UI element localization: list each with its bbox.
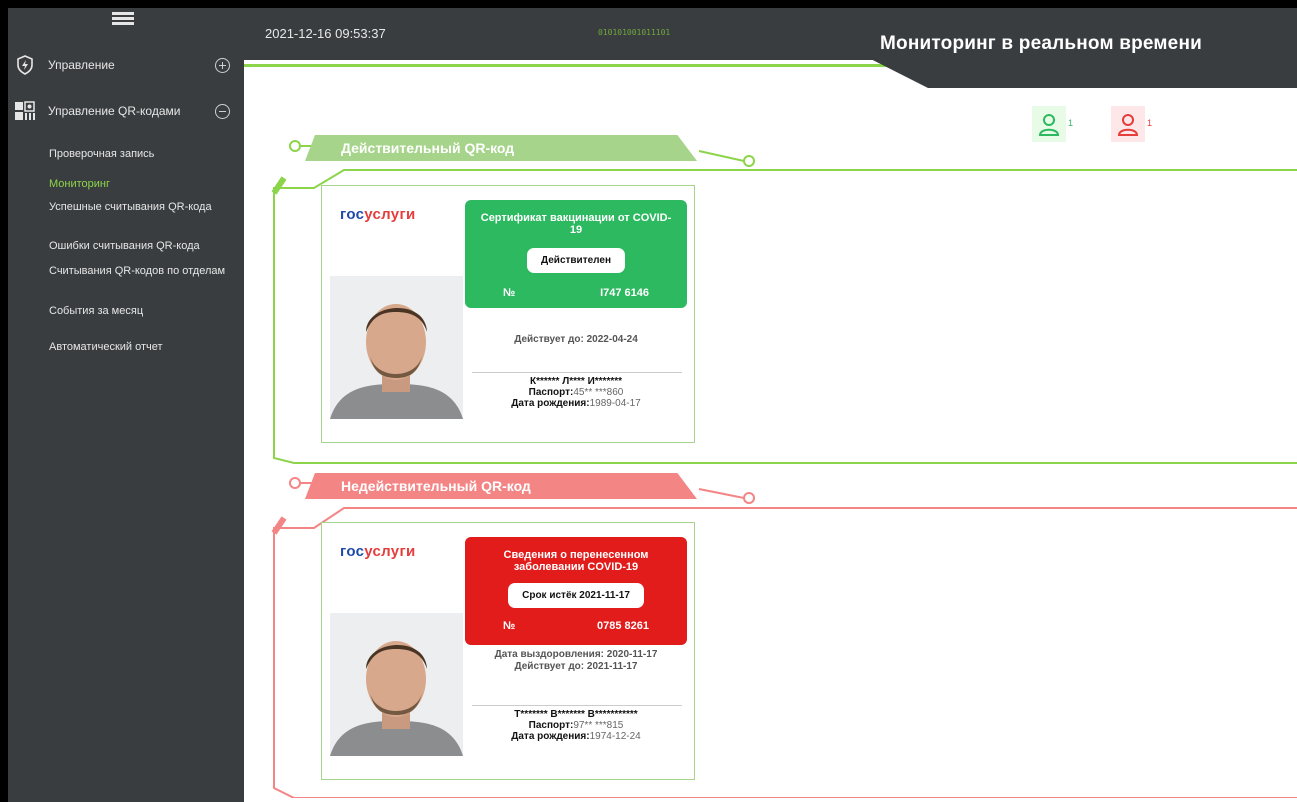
certificate-card-invalid[interactable]: госуслуги Сведения о перенесенном заболе… <box>321 522 695 780</box>
invalid-section-label: Недействительный QR-код <box>305 473 697 499</box>
recovery-date: Дата выздоровления: 2020-11-17 <box>494 649 658 660</box>
shield-bolt-icon <box>14 54 36 76</box>
sidebar-item-successful-reads[interactable]: Успешные считывания QR-кода <box>49 201 239 214</box>
certificate-card-valid[interactable]: госуслуги Сертификат вакцинации от COVID… <box>321 185 695 443</box>
status-badge: Срок истёк 2021-11-17 <box>508 583 644 608</box>
status-badge: Действителен <box>527 248 625 273</box>
sidebar: Управление Управление QR-кодами Провероч… <box>8 8 244 802</box>
menu-group-label: Управление QR-кодами <box>48 104 181 118</box>
person-photo <box>330 613 463 756</box>
gosuslugi-logo: госуслуги <box>340 543 416 560</box>
page-title: Мониторинг в реальном времени <box>880 33 1202 54</box>
divider <box>472 705 682 706</box>
passport-number: 45** ***860 <box>573 387 624 398</box>
certificate-badge: Сведения о перенесенном заболевании COVI… <box>465 537 687 645</box>
person-name: К****** Л**** И******* <box>529 376 623 387</box>
sidebar-collapse-icon[interactable] <box>112 10 134 28</box>
sidebar-item-monthly-events[interactable]: События за месяц <box>49 305 239 318</box>
number-label: № <box>503 620 516 632</box>
valid-section-label: Действительный QR-код <box>305 135 697 161</box>
sidebar-item-verification-record[interactable]: Проверочная запись <box>49 148 239 161</box>
passport-number: 97** ***815 <box>573 720 624 731</box>
person-name: Т******* В******* В*********** <box>514 709 638 720</box>
person-photo <box>330 276 463 419</box>
menu-group-management[interactable]: Управление <box>8 50 244 80</box>
certificate-number: I747 6146 <box>600 287 649 299</box>
sidebar-item-auto-report[interactable]: Автоматический отчет <box>49 341 239 354</box>
menu-group-qr-management[interactable]: Управление QR-кодами <box>8 96 244 126</box>
certificate-number: 0785 8261 <box>597 620 649 632</box>
certificate-badge: Сертификат вакцинации от COVID-19 Действ… <box>465 200 687 308</box>
certificate-title: Сведения о перенесенном заболевании COVI… <box>503 549 649 573</box>
binary-decoration: 010101001011101 <box>598 28 671 37</box>
sidebar-item-reads-by-department[interactable]: Считывания QR-кодов по отделам <box>49 265 239 278</box>
sidebar-item-read-errors[interactable]: Ошибки считывания QR-кода <box>49 240 239 253</box>
date-of-birth: 1974-12-24 <box>589 731 641 742</box>
current-timestamp: 2021-12-16 09:53:37 <box>265 26 386 41</box>
valid-until: Действует до: 2021-11-17 <box>514 661 638 672</box>
valid-until: Действует до: 2022-04-24 <box>514 334 638 345</box>
number-label: № <box>503 287 516 299</box>
menu-group-label: Управление <box>48 58 115 72</box>
app-window: Управление Управление QR-кодами Провероч… <box>8 8 1297 802</box>
header-accent-line <box>244 64 904 67</box>
person-info: К****** Л**** И******* Паспорт:45** ***8… <box>465 376 687 409</box>
collapse-icon[interactable] <box>215 103 230 119</box>
person-info: Т******* В******* В*********** Паспорт:9… <box>465 709 687 742</box>
qr-code-icon <box>14 100 36 122</box>
divider <box>472 372 682 373</box>
gosuslugi-logo: госуслуги <box>340 206 416 223</box>
certificate-title: Сертификат вакцинации от COVID-19 <box>480 212 672 236</box>
date-of-birth: 1989-04-17 <box>589 398 641 409</box>
sidebar-item-monitoring[interactable]: Мониторинг <box>49 178 239 191</box>
expand-icon[interactable] <box>215 57 230 73</box>
